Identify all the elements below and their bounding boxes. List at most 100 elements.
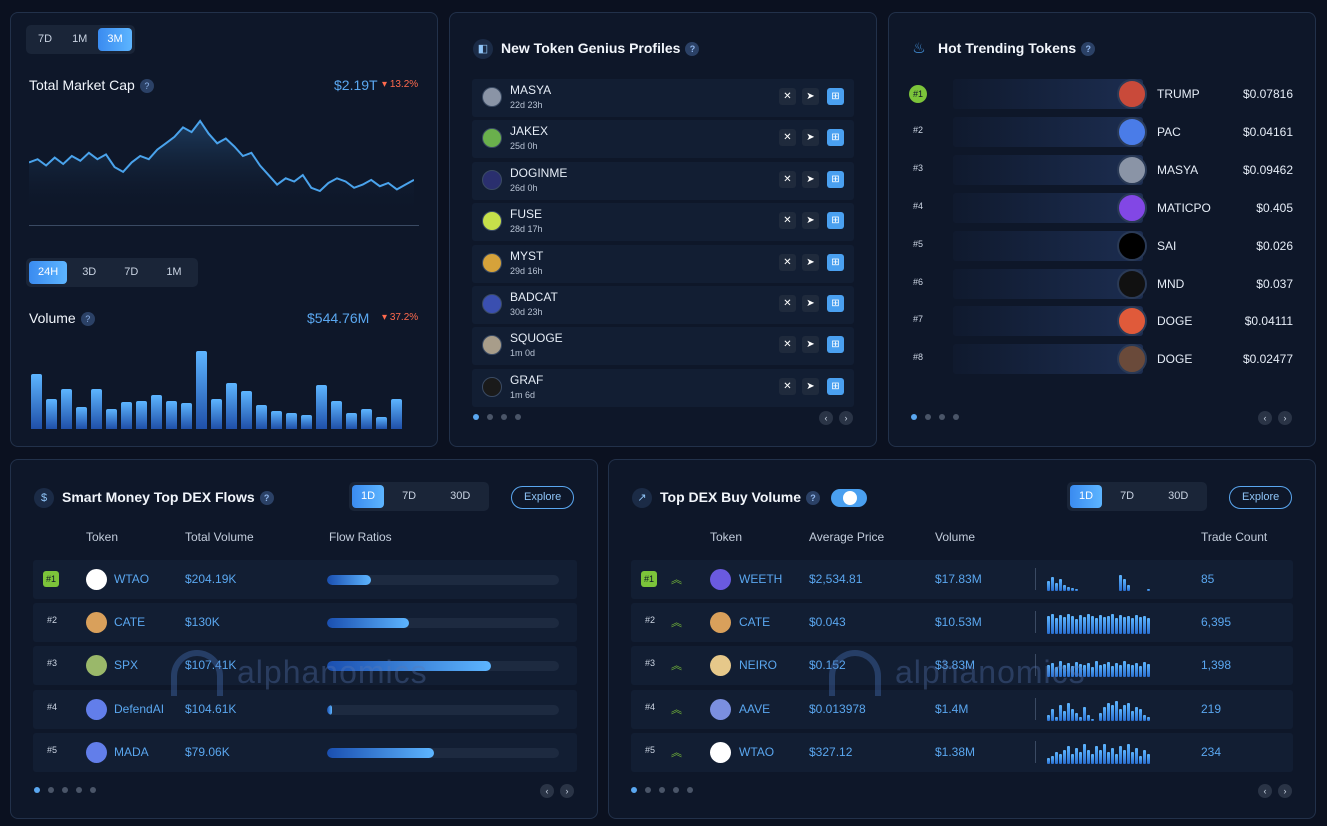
telegram-icon[interactable]: ➤ (802, 295, 819, 312)
range-option[interactable]: 1M (63, 28, 96, 51)
help-icon[interactable]: ? (1081, 42, 1096, 57)
website-icon[interactable]: ⊞ (827, 129, 844, 147)
x-icon[interactable]: ✕ (779, 253, 796, 271)
next-page-icon[interactable]: › (1278, 411, 1292, 425)
page-dot[interactable] (34, 787, 40, 793)
token-name[interactable]: AAVE (739, 702, 770, 716)
help-icon[interactable]: ? (139, 79, 154, 94)
profile-row[interactable]: MASYA 22d 23h ✕ ➤ ⊞ (472, 79, 854, 117)
profile-row[interactable]: SQUOGE 1m 0d ✕ ➤ ⊞ (472, 327, 854, 366)
trending-row[interactable]: #1 TRUMP $0.07816 (909, 79, 1299, 109)
website-icon[interactable]: ⊞ (827, 253, 844, 271)
next-page-icon[interactable]: › (1278, 784, 1292, 798)
telegram-icon[interactable]: ➤ (802, 170, 819, 188)
prev-page-icon[interactable]: ‹ (540, 784, 554, 798)
telegram-icon[interactable]: ➤ (802, 212, 819, 230)
range-option[interactable]: 7D (111, 261, 151, 284)
x-icon[interactable]: ✕ (779, 377, 796, 395)
explore-button[interactable]: Explore (511, 486, 575, 509)
page-dot[interactable] (925, 414, 931, 420)
website-icon[interactable]: ⊞ (827, 377, 844, 395)
website-icon[interactable]: ⊞ (827, 212, 844, 230)
token-name[interactable]: CATE (114, 615, 145, 629)
explore-button[interactable]: Explore (1229, 486, 1293, 509)
table-row[interactable]: #1 WTAO $204.19K (33, 560, 577, 599)
prev-page-icon[interactable]: ‹ (1258, 411, 1272, 425)
profile-row[interactable]: JAKEX 25d 0h ✕ ➤ ⊞ (472, 120, 854, 159)
telegram-icon[interactable]: ➤ (802, 377, 819, 395)
x-icon[interactable]: ✕ (779, 212, 796, 230)
prev-page-icon[interactable]: ‹ (819, 411, 833, 425)
page-dot[interactable] (90, 787, 96, 793)
range-option-active[interactable]: 24H (29, 261, 68, 284)
page-dot[interactable] (487, 414, 493, 420)
range-option-active[interactable]: 3M (98, 28, 132, 51)
trending-row[interactable]: #6 MND $0.037 (909, 268, 1299, 299)
next-page-icon[interactable]: › (560, 784, 574, 798)
help-icon[interactable]: ? (259, 491, 274, 506)
page-dot[interactable] (76, 787, 82, 793)
prev-page-icon[interactable]: ‹ (1258, 784, 1272, 798)
table-row[interactable]: #4 ︽ AAVE $0.013978 $1.4M 219 (631, 689, 1293, 729)
range-option[interactable]: 30D (434, 485, 486, 508)
table-row[interactable]: #4 DefendAI $104.61K (33, 689, 577, 729)
token-name[interactable]: NEIRO (739, 658, 777, 672)
page-dot[interactable] (631, 787, 637, 793)
x-icon[interactable]: ✕ (779, 295, 796, 312)
trending-row[interactable]: #7 DOGE $0.04111 (909, 306, 1299, 337)
range-option[interactable]: 3D (69, 261, 109, 284)
range-option[interactable]: 7D (29, 28, 61, 51)
table-row[interactable]: #5 MADA $79.06K (33, 732, 577, 772)
token-name[interactable]: WTAO (114, 572, 149, 586)
trending-row[interactable]: #8 DOGE $0.02477 (909, 344, 1299, 375)
telegram-icon[interactable]: ➤ (802, 336, 819, 354)
trending-row[interactable]: #4 MATICPO $0.405 (909, 192, 1299, 223)
profile-row[interactable]: MYST 29d 16h ✕ ➤ ⊞ (472, 244, 854, 283)
help-icon[interactable]: ? (80, 312, 95, 327)
token-name[interactable]: SPX (114, 658, 138, 672)
trending-row[interactable]: #5 SAI $0.026 (909, 230, 1299, 261)
range-option-active[interactable]: 1D (352, 485, 385, 508)
page-dot[interactable] (501, 414, 507, 420)
page-dot[interactable] (673, 787, 679, 793)
table-row[interactable]: #2 ︽ CATE $0.043 $10.53M 6,395 (631, 603, 1293, 643)
token-name[interactable]: DefendAI (114, 702, 164, 716)
range-option[interactable]: 7D (1104, 485, 1150, 508)
table-row[interactable]: #5 ︽ WTAO $327.12 $1.38M 234 (631, 732, 1293, 772)
profile-row[interactable]: DOGINME 26d 0h ✕ ➤ ⊞ (472, 161, 854, 200)
help-icon[interactable]: ? (685, 42, 700, 57)
next-page-icon[interactable]: › (839, 411, 853, 425)
page-dot[interactable] (659, 787, 665, 793)
page-dot[interactable] (645, 787, 651, 793)
page-dot[interactable] (62, 787, 68, 793)
help-icon[interactable]: ? (806, 491, 821, 506)
token-name[interactable]: CATE (739, 615, 770, 629)
x-icon[interactable]: ✕ (779, 336, 796, 354)
range-option-active[interactable]: 1D (1070, 485, 1103, 508)
page-dot[interactable] (939, 414, 945, 420)
profile-row[interactable]: BADCAT 30d 23h ✕ ➤ ⊞ (472, 286, 854, 324)
website-icon[interactable]: ⊞ (827, 336, 844, 354)
website-icon[interactable]: ⊞ (827, 88, 844, 105)
telegram-icon[interactable]: ➤ (802, 129, 819, 147)
profile-row[interactable]: GRAF 1m 6d ✕ ➤ ⊞ (472, 368, 854, 407)
website-icon[interactable]: ⊞ (827, 295, 844, 312)
range-option[interactable]: 1M (153, 261, 194, 284)
trending-row[interactable]: #2 PAC $0.04161 (909, 116, 1299, 147)
range-option[interactable]: 30D (1152, 485, 1204, 508)
x-icon[interactable]: ✕ (779, 88, 796, 105)
trending-row[interactable]: #3 MASYA $0.09462 (909, 154, 1299, 185)
page-dot[interactable] (953, 414, 959, 420)
range-option[interactable]: 7D (386, 485, 432, 508)
x-icon[interactable]: ✕ (779, 170, 796, 188)
page-dot[interactable] (48, 787, 54, 793)
page-dot[interactable] (911, 414, 917, 420)
website-icon[interactable]: ⊞ (827, 170, 844, 188)
token-name[interactable]: WEETH (739, 572, 782, 586)
telegram-icon[interactable]: ➤ (802, 253, 819, 271)
page-dot[interactable] (473, 414, 479, 420)
page-dot[interactable] (515, 414, 521, 420)
token-name[interactable]: MADA (114, 745, 149, 759)
toggle-switch[interactable] (831, 489, 867, 507)
page-dot[interactable] (687, 787, 693, 793)
